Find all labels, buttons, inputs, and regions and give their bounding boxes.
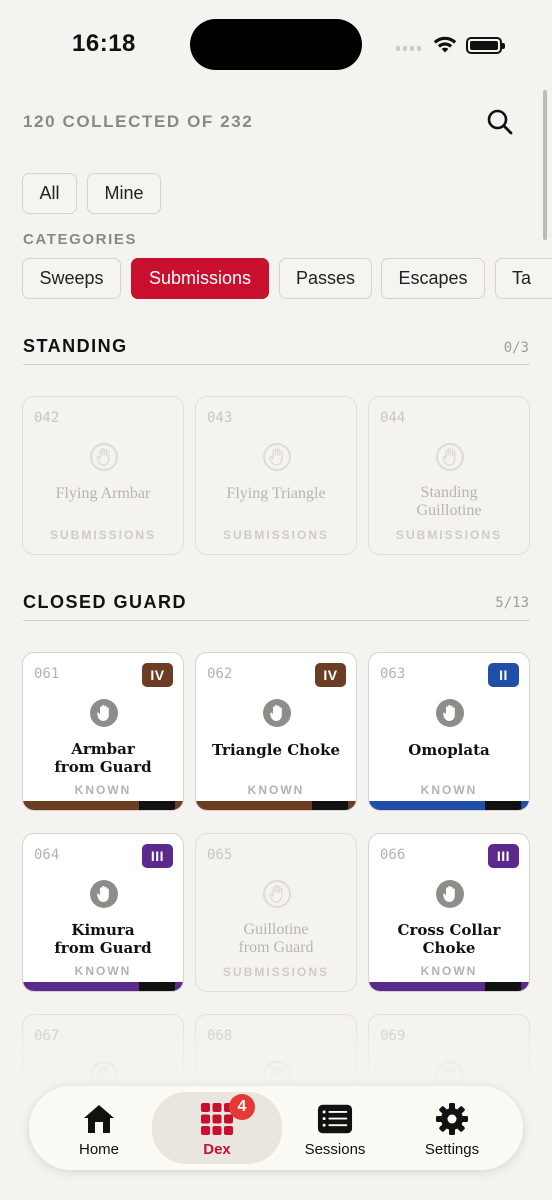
categories-heading: CATEGORIES [23,231,138,248]
tab-label: Dex [203,1141,231,1158]
move-name: Kimura from Guard [54,921,152,957]
cellular-signal-icon [396,46,421,51]
hand-icon [90,699,118,727]
move-number: 063 [380,666,406,682]
move-number: 061 [34,666,60,682]
rank-badge: IV [315,663,346,687]
move-name: Armbar from Guard [54,740,152,776]
battery-icon [466,37,505,54]
move-card[interactable]: 064 III Kimura from Guard KNOWN [22,833,184,992]
section-title-closed-guard: CLOSED GUARD [23,592,188,612]
section-count-standing: 0/3 [503,340,529,356]
category-escapes[interactable]: Escapes [381,258,485,299]
move-status-label: SUBMISSIONS [222,965,329,979]
move-status-label: KNOWN [247,783,305,797]
rank-badge: IV [142,663,173,687]
tab-label: Settings [424,1141,480,1158]
move-name: Flying Armbar [55,485,151,502]
filter-all-button[interactable]: All [22,173,77,214]
notification-badge: 4 [229,1094,255,1120]
wifi-icon [433,36,457,53]
belt-bar [23,801,183,810]
hand-icon [436,699,464,727]
hand-icon [263,443,291,471]
move-number: 044 [380,410,406,426]
status-time: 16:18 [72,30,136,57]
move-status-label: SUBMISSIONS [395,528,502,542]
move-card[interactable]: 043 Flying Triangle SUBMISSIONS [195,396,357,555]
tab-sessions[interactable]: Sessions [276,1086,394,1170]
move-card[interactable]: 044 Standing Guillotine SUBMISSIONS [368,396,530,555]
tab-home[interactable]: Home [40,1086,158,1170]
move-name: Triangle Choke [211,741,341,759]
move-number: 064 [34,847,60,863]
move-name: Flying Triangle [226,485,326,502]
move-card[interactable]: 066 III Cross Collar Choke KNOWN [368,833,530,992]
move-name: Cross Collar Choke [397,921,501,957]
hand-icon [436,880,464,908]
divider [23,364,530,365]
tab-bar: Home 4 Dex Sessions Settings [29,1086,523,1170]
search-icon[interactable] [484,106,516,138]
move-status-label: KNOWN [420,964,478,978]
move-name: Omoplata [408,741,490,759]
rank-badge: III [488,844,519,868]
belt-bar [196,801,356,810]
section-title-standing: STANDING [23,336,128,356]
move-number: 066 [380,847,406,863]
hand-icon [90,880,118,908]
move-card[interactable]: 042 Flying Armbar SUBMISSIONS [22,396,184,555]
move-number: 043 [207,410,233,426]
hand-icon [436,443,464,471]
category-sweeps[interactable]: Sweeps [22,258,121,299]
scrollbar[interactable] [543,90,547,240]
hand-icon [263,880,291,908]
hand-icon [90,443,118,471]
rank-badge: III [142,844,173,868]
status-bar: 16:18 [0,0,552,90]
tab-settings[interactable]: Settings [393,1086,511,1170]
move-card[interactable]: 065 Guillotine from Guard SUBMISSIONS [195,833,357,992]
house-icon [81,1102,117,1136]
move-card[interactable]: 061 IV Armbar from Guard KNOWN [22,652,184,811]
move-status-label: SUBMISSIONS [49,528,156,542]
category-ta[interactable]: Ta [495,258,552,299]
move-number: 042 [34,410,60,426]
hand-icon [263,699,291,727]
move-status-label: SUBMISSIONS [222,528,329,542]
belt-bar [369,982,529,991]
filter-mine-button[interactable]: Mine [87,173,161,214]
move-card[interactable]: 063 II Omoplata KNOWN [368,652,530,811]
gear-icon [434,1102,470,1136]
move-name: Guillotine from Guard [238,921,314,956]
tab-label: Home [78,1141,119,1158]
move-status-label: KNOWN [74,964,132,978]
collected-count: 120 COLLECTED OF 232 [23,112,254,131]
category-passes[interactable]: Passes [279,258,372,299]
move-name: Standing Guillotine [416,484,482,519]
move-status-label: KNOWN [74,783,132,797]
dynamic-island [190,19,362,70]
move-number: 062 [207,666,233,682]
category-submissions[interactable]: Submissions [131,258,269,299]
section-count-closed-guard: 5/13 [495,595,529,611]
tab-label: Sessions [304,1141,366,1158]
move-card[interactable]: 062 IV Triangle Choke KNOWN [195,652,357,811]
move-status-label: KNOWN [420,783,478,797]
belt-bar [23,982,183,991]
rank-badge: II [488,663,519,687]
divider [23,620,530,621]
move-number: 065 [207,847,233,863]
list-icon [317,1102,353,1136]
belt-bar [369,801,529,810]
tab-dex[interactable]: 4 Dex [152,1092,282,1164]
